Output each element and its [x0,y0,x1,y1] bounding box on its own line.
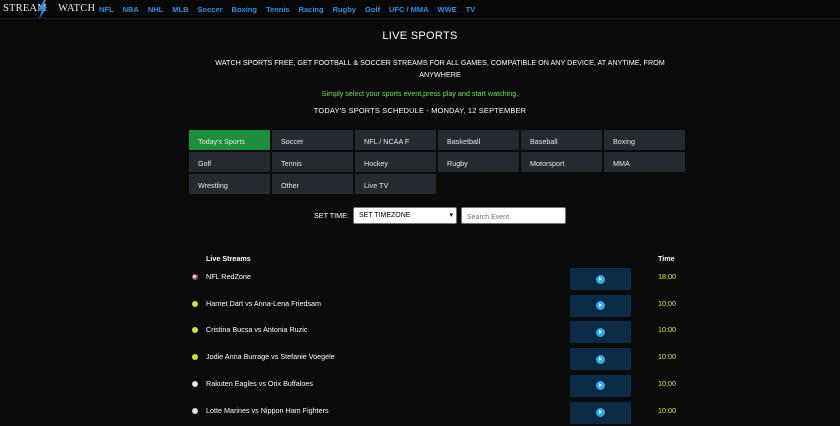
stream-title[interactable]: Rakuten Eagles vs Orix Buffaloes [206,379,313,388]
category-tab-wrestling[interactable]: Wrestling [189,174,270,194]
tagline: Simply select your sports event,press pl… [321,89,519,98]
nav-item-tennis[interactable]: Tennis [266,5,290,14]
watch-stream-button[interactable] [570,348,631,371]
category-tab-hockey[interactable]: Hockey [355,152,436,172]
logo-text: STREAM WATCH [3,2,96,14]
time-header: Time [658,254,675,263]
logo-bolt-icon [38,0,47,19]
search-event-input[interactable] [461,207,566,224]
category-tab-rugby[interactable]: Rugby [438,152,519,172]
stream-row: Lotte Marines vs Nippon Ham Fighters 10:0… [0,401,840,424]
play-icon [596,301,605,311]
category-tab-today-s-sports[interactable]: Today's Sports [189,130,270,150]
stream-row: Rakuten Eagles vs Orix Buffaloes 10:00 [0,374,840,397]
category-tab-other[interactable]: Other [272,174,353,194]
baseball-icon [192,407,198,414]
category-grid: Today's Sports Soccer NFL / NCAA F Basketba… [189,130,686,194]
live-streams-header: Live Streams [206,254,251,263]
stream-time: 10:00 [658,378,676,388]
category-tab-mma[interactable]: MMA [604,152,685,172]
nav-item-nfl[interactable]: NFL [99,5,114,14]
nav-item-ufc-mma[interactable]: UFC / MMA [389,5,429,14]
stream-title[interactable]: Cristina Bucsa vs Antonia Ruzic [206,325,307,334]
watch-stream-button[interactable] [570,268,631,290]
watch-stream-button[interactable] [570,374,631,397]
stream-time: 10:00 [658,352,676,362]
category-tab-basketball[interactable]: Basketball [438,130,519,150]
tennis-ball-icon [192,354,198,361]
baseball-icon [192,380,198,387]
nav-item-nba[interactable]: NBA [123,5,139,14]
stream-time: 10:00 [658,405,676,415]
category-tab-boxing[interactable]: Boxing [604,130,685,150]
nav-item-golf[interactable]: Golf [365,5,380,14]
site-logo[interactable]: STREAM WATCH [3,0,95,19]
category-tab-motorsport[interactable]: Motorsport [521,152,602,172]
play-icon [596,327,605,337]
nav-item-tv[interactable]: TV [466,5,476,14]
tennis-ball-icon [192,300,198,307]
stream-time: 18:00 [658,272,676,281]
stream-time: 10:00 [658,325,676,335]
category-tab-nfl-ncaa-f[interactable]: NFL / NCAA F [355,130,436,150]
nav-item-wwe[interactable]: WWE [438,5,457,14]
top-navbar: STREAM WATCH NFL NBA NHL MLB Soccer Boxing Ten… [0,0,840,19]
stream-row: Harriet Dart vs Anna-Lena Friedsam 10:00 [0,294,840,317]
stream-row: NFL RedZone 18:00 [0,268,840,290]
watch-stream-button[interactable] [570,294,631,317]
schedule-heading: TODAY'S SPORTS SCHEDULE - MONDAY, 12 SEP… [313,106,527,115]
chevron-down-icon: ▾ [449,212,453,219]
tennis-ball-icon [192,327,198,334]
nav-item-nhl[interactable]: NHL [148,5,163,14]
set-time-label: SET TIME: [314,211,349,220]
stream-title[interactable]: Harriet Dart vs Anna-Lena Friedsam [206,299,321,308]
category-tab-tennis[interactable]: Tennis [272,152,353,172]
timezone-selected: SET TIMEZONE [359,212,411,219]
play-icon [596,381,605,391]
page-title: LIVE SPORTS [382,30,458,42]
category-tab-golf[interactable]: Golf [189,152,270,172]
nav-item-boxing[interactable]: Boxing [232,5,257,14]
stream-title[interactable]: Jodie Anna Burrage vs Stefanie Voegele [206,352,335,361]
category-tab-live-tv[interactable]: Live TV [355,174,436,194]
play-icon [596,408,605,417]
stream-row: Jodie Anna Burrage vs Stefanie Voegele 10… [0,348,840,371]
nav-item-rugby[interactable]: Rugby [333,5,356,14]
watch-stream-button[interactable] [570,401,631,424]
timezone-select[interactable]: SET TIMEZONE ▾ [353,207,457,224]
stream-time: 10:00 [658,298,676,308]
play-icon [596,354,605,364]
nav-item-soccer[interactable]: Soccer [198,5,223,14]
stream-row: Cristina Bucsa vs Antonia Ruzic 10:00 [0,321,840,344]
play-icon [596,274,605,284]
football-icon [192,274,198,280]
watch-stream-button[interactable] [570,321,631,344]
category-tab-soccer[interactable]: Soccer [272,130,353,150]
nav-item-mlb[interactable]: MLB [172,5,188,14]
main-nav: NFL NBA NHL MLB Soccer Boxing Tennis Racing Rugb… [99,5,484,14]
intro-text: WATCH SPORTS FREE, GET FOOTBALL & SOCCER… [215,58,665,79]
stream-title[interactable]: Lotte Marines vs Nippon Ham Fighters [206,406,329,415]
stream-title[interactable]: NFL RedZone [206,272,251,281]
category-tab-baseball[interactable]: Baseball [521,130,602,150]
nav-item-racing[interactable]: Racing [299,5,324,14]
